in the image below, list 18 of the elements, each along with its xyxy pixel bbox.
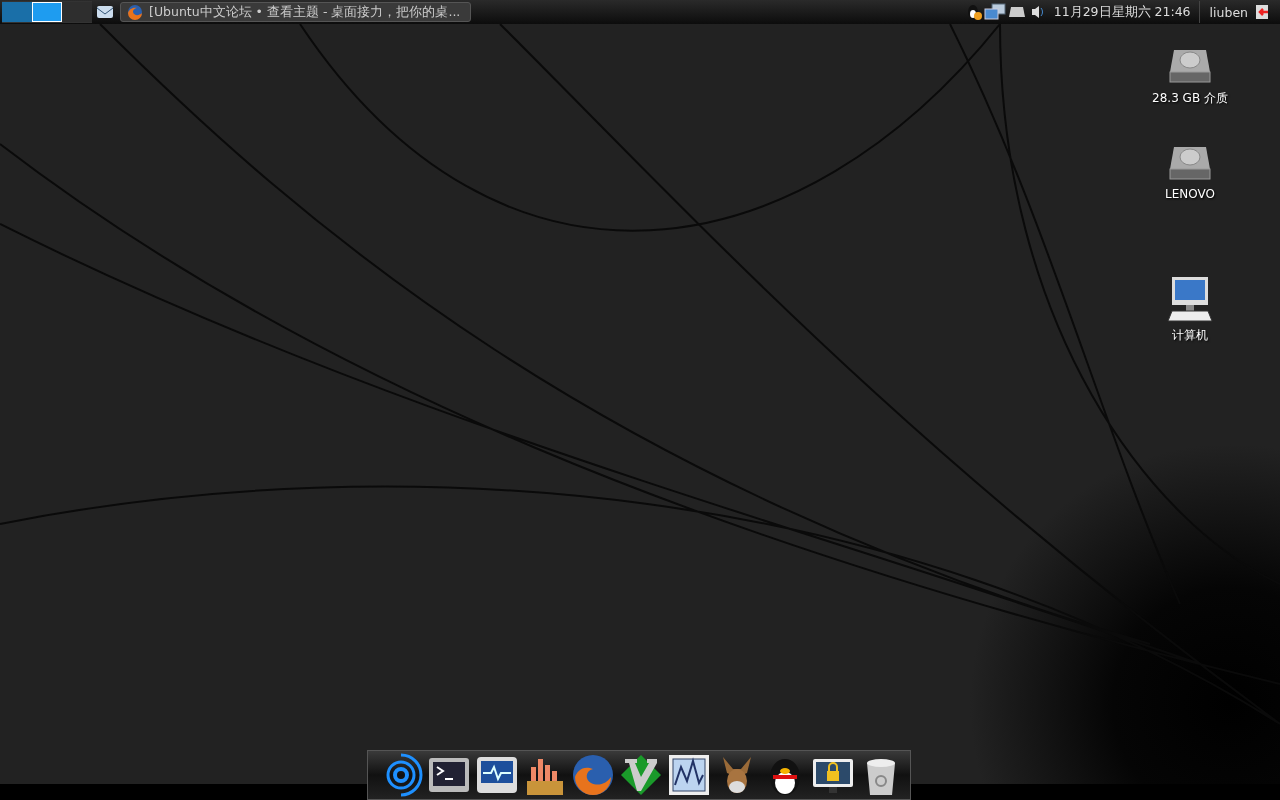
globe-fox-icon	[571, 753, 615, 797]
graph-icon	[667, 753, 711, 797]
penguin-tray-icon[interactable]	[965, 4, 982, 20]
computer-icon	[1166, 275, 1214, 323]
workspace-button[interactable]	[32, 2, 62, 22]
vim-logo-icon	[619, 753, 663, 797]
network-icon[interactable]	[983, 3, 1006, 21]
logout-icon[interactable]	[1254, 4, 1270, 20]
user-menu[interactable]: liuben	[1198, 1, 1252, 23]
keyboard-icon[interactable]	[1007, 5, 1026, 19]
desktop-icon-label[interactable]: 28.3 GB 介质	[1152, 90, 1228, 107]
desktop-icon-label[interactable]: LENOVO	[1165, 187, 1215, 201]
taskbar-window-button[interactable]: [Ubuntu中文论坛 • 查看主题 - 桌面接力，把你的桌...	[120, 2, 472, 22]
mail-icon[interactable]	[96, 5, 114, 19]
volume-icon[interactable]	[1029, 4, 1046, 20]
clock[interactable]: 11月29日星期六 21:46	[1053, 3, 1191, 21]
globe-fox-icon	[127, 4, 143, 20]
desktop-icon-label[interactable]: 计算机	[1172, 327, 1208, 344]
